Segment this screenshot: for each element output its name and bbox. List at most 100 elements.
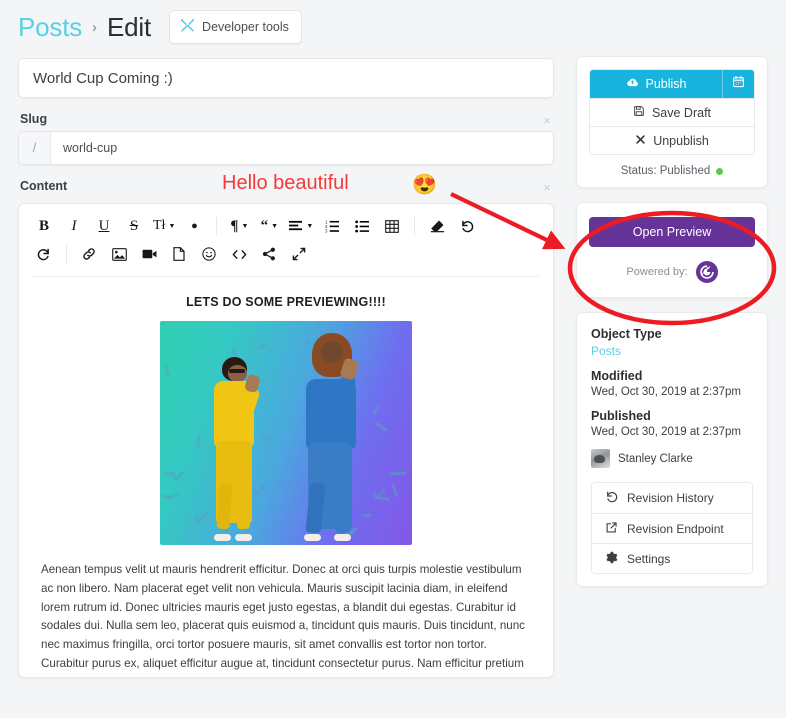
action-label: Revision History (627, 491, 714, 505)
redo-icon (37, 247, 51, 261)
schedule-publish-button[interactable] (722, 70, 754, 98)
italic-button[interactable]: I (59, 213, 89, 239)
developer-tools-button[interactable]: Developer tools (169, 10, 302, 44)
status-line: Status: Published (589, 165, 755, 177)
slug-label: Slug (20, 112, 48, 126)
code-button[interactable] (224, 241, 254, 267)
underline-button-glyph: U (98, 217, 110, 234)
code-icon (232, 248, 247, 261)
post-form: Slug × / Content × BIUSTł▼●¶▼“▼▼123 LETS… (18, 58, 554, 678)
text-color-button[interactable]: ● (179, 213, 209, 239)
underline-button[interactable]: U (89, 213, 119, 239)
file-button[interactable] (164, 241, 194, 267)
action-settings[interactable]: Settings (592, 543, 752, 573)
confetti-chevron (171, 467, 185, 482)
slug-close-icon[interactable]: × (540, 114, 554, 129)
published-label: Published (591, 409, 651, 423)
emoji-button[interactable] (194, 241, 224, 267)
close-x-icon (635, 134, 646, 148)
metadata-panel: Object Type Posts Modified Wed, Oct 30, … (576, 312, 768, 587)
table-button[interactable] (377, 213, 407, 239)
bold-button[interactable]: B (29, 213, 59, 239)
annotation-emoji: 😍 (412, 174, 437, 196)
toolbar-separator (216, 217, 218, 235)
dancer-blue (290, 327, 376, 541)
modified-label: Modified (591, 369, 643, 383)
slug-prefix: / (19, 132, 51, 164)
save-draft-button[interactable]: Save Draft (590, 98, 754, 126)
toolbar-separator (66, 245, 67, 263)
blockquote-dropdown-glyph: “ (260, 217, 269, 234)
fullscreen-icon (292, 247, 306, 261)
share-button[interactable] (254, 241, 284, 267)
chevron-down-icon: ▼ (168, 222, 176, 230)
unordered-list-button[interactable] (347, 213, 377, 239)
breadcrumb-separator: › (92, 18, 98, 36)
status-badge-dot (716, 167, 724, 175)
annotation-text: Hello beautiful (222, 172, 349, 194)
status-label: Status: Published (620, 165, 711, 177)
video-icon (142, 248, 157, 260)
confetti-piece (163, 365, 170, 378)
rich-text-editor: B I U S Tł ▼ ● ¶ ▼ “▼ ▼ 1 2 3 LETS DO SOME PREVIEWING… (18, 203, 554, 678)
preview-panel: Open Preview Powered by: (576, 202, 768, 298)
blockquote-dropdown[interactable]: “▼ (254, 213, 284, 239)
bold-button-glyph: B (38, 217, 49, 234)
action-label: Settings (627, 551, 671, 566)
redo-button[interactable] (29, 241, 59, 267)
author-row: Stanley Clarke (591, 449, 753, 468)
breadcrumb-current-edit: Edit (107, 11, 152, 42)
history-undo-icon (605, 490, 618, 506)
confetti-piece (161, 321, 164, 325)
undo-icon (460, 219, 474, 233)
link-button[interactable] (74, 241, 104, 267)
publish-label: Publish (645, 77, 687, 91)
text-size-dropdown[interactable]: Tł ▼ (149, 213, 179, 239)
paragraph-format-dropdown-glyph: ¶ (230, 217, 239, 234)
post-title-input[interactable] (18, 58, 554, 98)
confetti-piece (314, 321, 321, 327)
undo-button[interactable] (452, 213, 482, 239)
image-icon (111, 247, 127, 261)
clear-format-button[interactable] (422, 213, 452, 239)
object-type-label: Object Type (591, 327, 662, 341)
toolbar-separator (414, 217, 416, 235)
image-button[interactable] (104, 241, 134, 267)
object-type-link[interactable]: Posts (591, 344, 753, 358)
ordered-list-button[interactable]: 123 (317, 213, 347, 239)
toolbar-row-2 (29, 240, 543, 268)
author-name: Stanley Clarke (618, 452, 693, 465)
gear-icon (605, 551, 618, 567)
chevron-down-icon: ▼ (271, 222, 279, 230)
editor-content-area[interactable]: LETS DO SOME PREVIEWING!!!! Aenean tempu… (19, 277, 553, 677)
publish-panel: Publish Save Draft Unpublish Status: Pub… (576, 56, 768, 188)
clear-format-icon (430, 219, 445, 233)
action-revision-endpoint[interactable]: Revision Endpoint (592, 513, 752, 543)
confetti-piece (195, 435, 201, 449)
align-dropdown[interactable]: ▼ (284, 213, 317, 239)
fullscreen-button[interactable] (284, 241, 314, 267)
powered-by-row: Powered by: (589, 261, 755, 283)
action-revision-history[interactable]: Revision History (592, 483, 752, 513)
unordered-list-icon (355, 219, 370, 233)
confetti-piece (374, 421, 388, 432)
text-color-button-glyph: ● (191, 220, 198, 232)
emoji-icon (202, 247, 216, 261)
publish-button[interactable]: Publish (590, 70, 722, 98)
paragraph-format-dropdown[interactable]: ¶ ▼ (224, 213, 254, 239)
strikethrough-button-glyph: S (129, 217, 139, 234)
unpublish-button[interactable]: Unpublish (590, 126, 754, 154)
editor-toolbar: B I U S Tł ▼ ● ¶ ▼ “▼ ▼ 1 2 3 (19, 204, 553, 274)
strikethrough-button[interactable]: S (119, 213, 149, 239)
toolbar-row-1: B I U S Tł ▼ ● ¶ ▼ “▼ ▼ 1 2 3 (29, 212, 543, 240)
slug-input[interactable] (51, 132, 553, 164)
content-close-icon[interactable]: × (540, 181, 554, 196)
actions-group: Revision History Revision Endpoint Setting… (591, 482, 753, 574)
dancer-yellow (202, 343, 274, 541)
cloud-upload-icon (626, 76, 639, 92)
breadcrumb-link-posts[interactable]: Posts (18, 12, 82, 43)
file-icon (173, 247, 185, 261)
published-value: Wed, Oct 30, 2019 at 2:37pm (591, 426, 742, 438)
video-button[interactable] (134, 241, 164, 267)
open-preview-button[interactable]: Open Preview (589, 217, 755, 247)
